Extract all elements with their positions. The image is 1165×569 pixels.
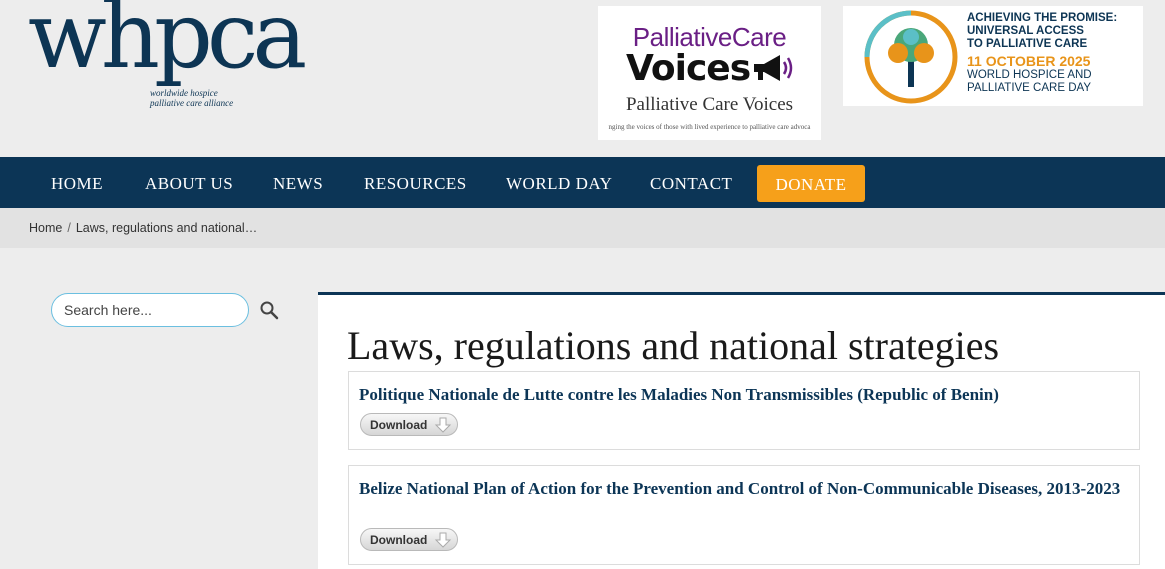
site-header: whpca worldwide hospice palliative care …	[0, 0, 1165, 157]
search-input[interactable]	[64, 301, 240, 319]
banner-voices-subtitle: Palliative Care Voices	[625, 94, 794, 115]
download-arrow-icon	[434, 532, 452, 548]
palliative-care-voices-banner[interactable]: PalliativeCare Voices Palliative Care Vo…	[598, 6, 821, 140]
main-content: Laws, regulations and national strategie…	[318, 292, 1165, 569]
nav-news[interactable]: NEWS	[273, 157, 323, 208]
nav-contact[interactable]: CONTACT	[650, 157, 732, 208]
nav-resources[interactable]: RESOURCES	[364, 157, 467, 208]
download-label: Download	[370, 418, 428, 432]
world-day-banner[interactable]: ACHIEVING THE PROMISE: UNIVERSAL ACCESS …	[843, 6, 1143, 106]
document-card: Belize National Plan of Action for the P…	[348, 465, 1140, 565]
breadcrumb-current: Laws, regulations and national…	[75, 221, 258, 235]
main-nav: HOME ABOUT US NEWS RESOURCES WORLD DAY C…	[0, 157, 1165, 208]
page-title: Laws, regulations and national strategie…	[347, 323, 1000, 368]
megaphone-icon	[754, 55, 793, 81]
nav-home[interactable]: HOME	[51, 157, 103, 208]
world-day-line2: UNIVERSAL ACCESS	[967, 25, 1084, 37]
document-title-link[interactable]: Politique Nationale de Lutte contre les …	[359, 384, 1129, 405]
banner-voices-tagline: nging the voices of those with lived exp…	[608, 123, 811, 131]
document-card: Politique Nationale de Lutte contre les …	[348, 371, 1140, 450]
download-button[interactable]: Download	[360, 413, 458, 436]
download-label: Download	[370, 533, 428, 547]
world-day-line3: TO PALLIATIVE CARE	[967, 38, 1088, 50]
world-day-text: ACHIEVING THE PROMISE: UNIVERSAL ACCESS …	[967, 12, 1141, 95]
world-day-line5: WORLD HOSPICE AND	[967, 69, 1092, 81]
logo-wordmark: whpca	[28, 0, 307, 89]
document-title-link[interactable]: Belize National Plan of Action for the P…	[359, 478, 1129, 499]
world-day-line1: ACHIEVING THE PROMISE:	[967, 12, 1118, 24]
world-day-date: 11 OCTOBER 2025	[967, 53, 1091, 69]
search-icon[interactable]	[259, 300, 279, 320]
breadcrumb: Home / Laws, regulations and national…	[0, 208, 1165, 248]
nav-about-us[interactable]: ABOUT US	[145, 157, 233, 208]
tree-icon	[864, 10, 958, 104]
breadcrumb-row: Home / Laws, regulations and national…	[29, 221, 257, 235]
breadcrumb-separator: /	[67, 221, 71, 235]
search-box	[51, 293, 249, 327]
download-arrow-icon	[434, 417, 452, 433]
breadcrumb-home-link[interactable]: Home	[29, 221, 62, 235]
sidebar	[0, 248, 318, 569]
nav-world-day[interactable]: WORLD DAY	[506, 157, 612, 208]
whpca-logo[interactable]: whpca worldwide hospice palliative care …	[28, 0, 307, 108]
banner-voices-word: Voices	[626, 48, 751, 89]
logo-tagline: worldwide hospice palliative care allian…	[150, 88, 234, 108]
world-day-line6: PALLIATIVE CARE DAY	[967, 82, 1091, 94]
download-button[interactable]: Download	[360, 528, 458, 551]
donate-button[interactable]: DONATE	[757, 165, 865, 202]
